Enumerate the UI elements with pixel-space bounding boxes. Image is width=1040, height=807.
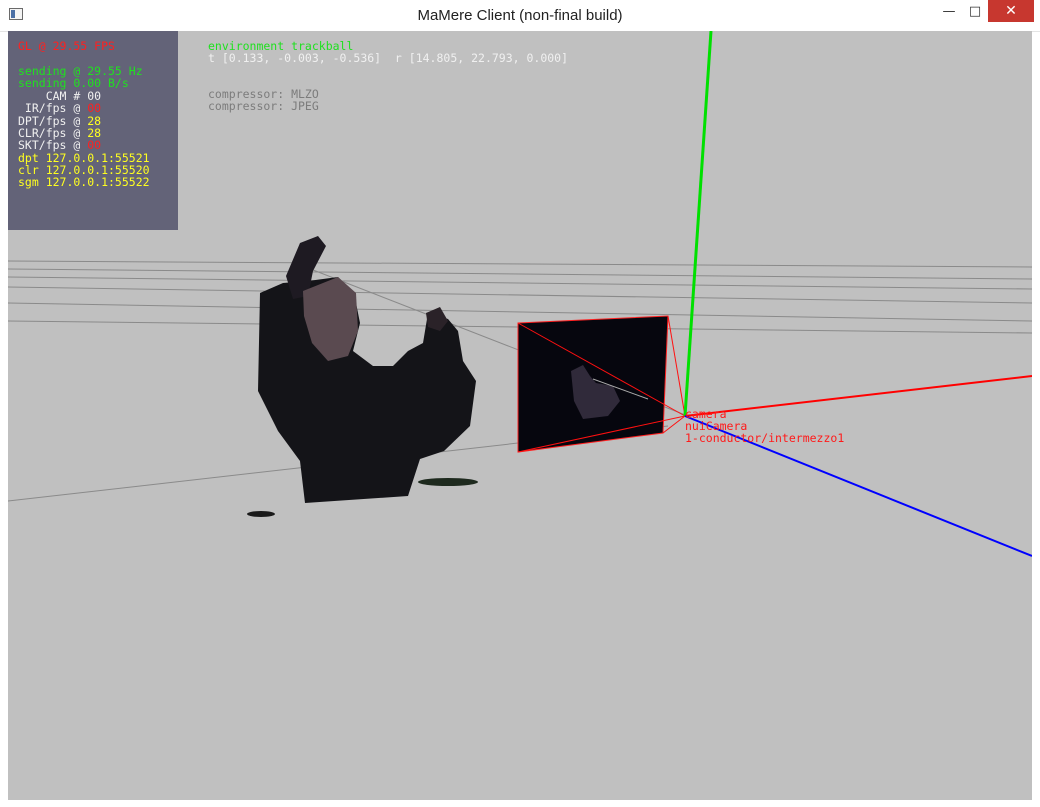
sending-bytes-text: sending 0.00 B/s	[18, 76, 129, 90]
endpoint-sgm: sgm 127.0.0.1:55522	[18, 175, 150, 189]
gl-fps-text: GL @ 29.55 FPS	[18, 39, 115, 53]
y-axis	[683, 31, 713, 417]
title-bar[interactable]: MaMere Client (non-final build) — □ ✕	[0, 0, 1040, 32]
close-button[interactable]: ✕	[988, 0, 1034, 22]
point-cloud	[247, 236, 478, 517]
window-title: MaMere Client (non-final build)	[417, 7, 623, 24]
stats-panel: GL @ 29.55 FPS sending @ 29.55 Hz sendin…	[8, 31, 178, 230]
gl-viewport[interactable]: GL @ 29.55 FPS sending @ 29.55 Hz sendin…	[8, 31, 1032, 800]
color-frame-plane	[517, 315, 669, 453]
compressor-color: compressor: JPEG	[208, 99, 319, 113]
maximize-button[interactable]: □	[960, 0, 990, 22]
transform-readout: t [0.133, -0.003, -0.536] r [14.805, 22.…	[208, 51, 569, 65]
x-axis	[684, 375, 1032, 417]
scene-path-label: 1-conductor/intermezzo1	[685, 431, 845, 445]
stream-stat-row: SKT/fps @ 00	[18, 139, 101, 151]
